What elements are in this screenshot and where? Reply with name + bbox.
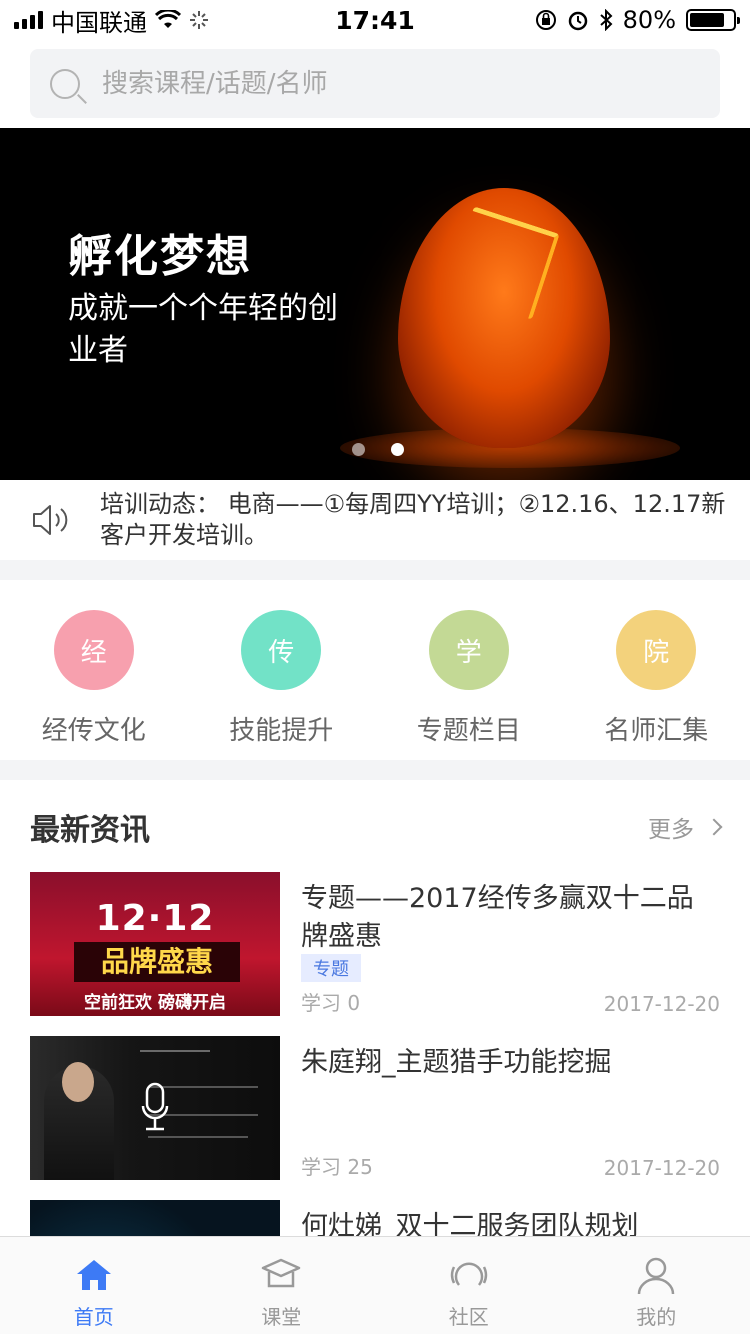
battery-fill [690,13,724,27]
tab-label: 首页 [73,1305,114,1329]
notice-bar[interactable]: 培训动态： 电商——①每周四YY培训；②12.16、12.17新客户开发培训。 [0,480,750,560]
category-label: 技能提升 [229,716,334,746]
news-thumbnail: 12·12 品牌盛惠 空前狂欢 磅礴开启 [30,872,280,1016]
category-label: 经传文化 [41,716,146,746]
category-teachers[interactable]: 院 名师汇集 [563,580,750,760]
section-divider [0,560,750,580]
user-icon [638,1257,675,1295]
banner-egg-image [398,188,610,448]
news-header: 最新资讯 更多 [30,805,723,849]
community-icon [450,1262,487,1286]
category-skills[interactable]: 传 技能提升 [188,580,376,760]
tab-classroom[interactable]: 课堂 [188,1237,376,1334]
news-date: 2017-12-20 [603,992,720,1016]
thumbnail-headline: 12·12 [95,898,215,939]
chevron-right-icon [705,818,723,836]
category-label: 名师汇集 [604,716,709,746]
section-divider [0,760,750,780]
battery-icon [686,9,740,31]
bluetooth-icon [599,9,613,31]
alarm-icon [568,11,587,31]
thumbnail-subheadline: 品牌盛惠 [74,942,240,982]
news-title: 专题——2017经传多赢双十二品牌盛惠 [301,883,694,952]
status-bar: 中国联通 17:41 80% [0,0,750,40]
banner-subtitle: 成就一个个年轻的创业者 [68,291,338,368]
egg-crack [446,206,560,320]
speaker-icon [33,505,68,535]
battery-percent: 80% [622,6,676,34]
news-item[interactable]: 朱庭翔_主题猎手功能挖掘 学习 25 2017-12-20 [30,1036,720,1180]
news-date: 2017-12-20 [603,1156,720,1180]
news-item[interactable]: 12·12 品牌盛惠 空前狂欢 磅礴开启 专题——2017经传多赢双十二品牌盛惠… [30,872,720,1016]
home-icon [76,1260,111,1290]
carousel-indicators [352,443,404,456]
category-teachers-icon: 院 [616,610,697,690]
banner-carousel[interactable]: 孵化梦想 成就一个个年轻的创业者 [0,128,750,480]
category-topics-icon: 学 [428,610,509,690]
microphone-icon [141,1082,169,1131]
category-topics[interactable]: 学 专题栏目 [375,580,563,760]
rotation-lock-icon [535,10,556,30]
graduation-cap-icon [262,1258,301,1288]
category-culture[interactable]: 经 经传文化 [0,580,188,760]
carousel-dot[interactable] [352,443,365,456]
presenter-face [62,1062,94,1102]
loading-spinner-icon [190,11,208,29]
status-left: 中国联通 [14,3,535,38]
tab-mine[interactable]: 我的 [563,1237,750,1334]
tab-home[interactable]: 首页 [0,1237,188,1334]
tab-label: 我的 [636,1305,677,1329]
status-right: 80% [535,6,740,34]
learn-count: 学习 0 [301,991,361,1015]
wifi-icon [155,10,181,28]
search-bar[interactable] [30,49,720,118]
carousel-dot[interactable] [391,443,404,456]
topic-tag: 专题 [301,954,361,982]
bottom-tab-bar: 首页 课堂 社区 我的 [0,1236,750,1334]
category-skills-icon: 传 [241,610,322,690]
thumbnail-caption: 空前狂欢 磅礴开启 [84,993,226,1013]
thumbnail-text-line [140,1050,210,1052]
thumbnail-text-line [148,1136,248,1138]
section-title: 最新资讯 [30,813,150,848]
tab-community[interactable]: 社区 [375,1237,563,1334]
category-grid: 经 经传文化 传 技能提升 学 专题栏目 院 名师汇集 [0,580,750,760]
search-icon [50,68,80,99]
tab-label: 社区 [448,1305,489,1329]
notice-text: 培训动态： 电商——①每周四YY培训；②12.16、12.17新客户开发培训。 [100,490,726,549]
news-thumbnail [30,1036,280,1180]
carrier-label: 中国联通 [51,8,147,37]
signal-icon [14,11,43,29]
search-input[interactable] [102,68,662,99]
banner-title: 孵化梦想 [68,231,252,282]
more-label: 更多 [648,817,694,843]
news-title: 朱庭翔_主题猎手功能挖掘 [301,1047,612,1078]
learn-count: 学习 25 [301,1155,373,1179]
category-culture-icon: 经 [53,610,134,690]
category-label: 专题栏目 [416,716,521,746]
more-link[interactable]: 更多 [648,810,723,844]
tab-label: 课堂 [261,1305,302,1329]
